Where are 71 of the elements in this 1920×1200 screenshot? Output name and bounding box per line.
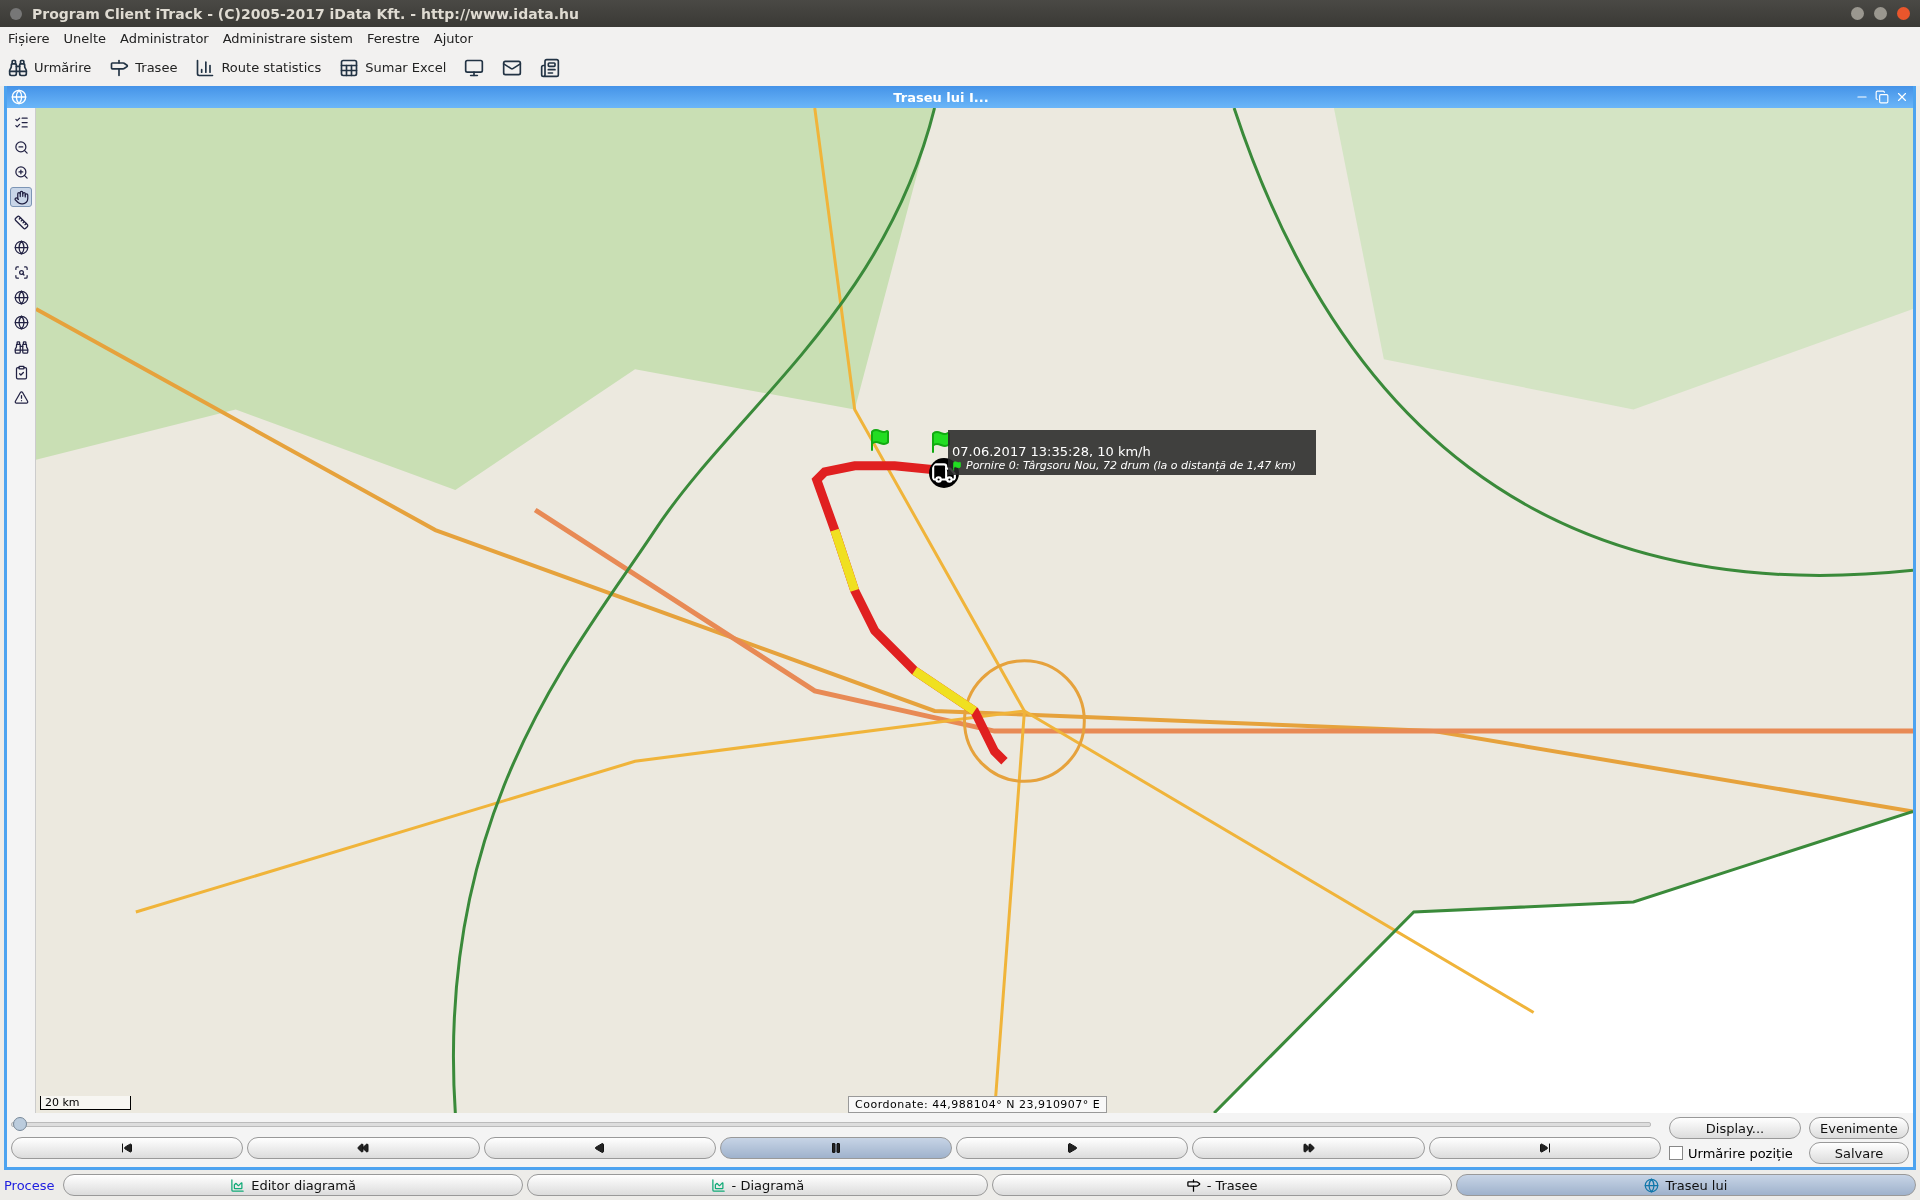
- toolbar-button[interactable]: Urmărire: [6, 55, 94, 80]
- menu-item[interactable]: Ferestre: [367, 30, 420, 46]
- ruler-icon: [13, 214, 29, 230]
- globe-icon: [13, 289, 29, 305]
- taskbar-button[interactable]: Traseu lui: [1455, 1174, 1916, 1196]
- bar-chart-icon: [195, 57, 216, 78]
- map-search-icon: [13, 264, 29, 280]
- playback-button[interactable]: [483, 1137, 716, 1159]
- chart-icon: [710, 1177, 726, 1193]
- minimize-button[interactable]: [1851, 7, 1864, 20]
- binoculars-icon: [13, 339, 29, 355]
- follow-checkbox[interactable]: Urmărire poziție: [1669, 1142, 1801, 1164]
- warning-icon: [13, 389, 29, 405]
- playback-button[interactable]: [1428, 1137, 1661, 1159]
- app-icon: [10, 7, 22, 20]
- playback-button[interactable]: [719, 1137, 953, 1159]
- flag-icon: [868, 428, 892, 452]
- skip-forward-icon: [1538, 1142, 1551, 1154]
- playback-button[interactable]: [956, 1137, 1189, 1159]
- playback-button[interactable]: [247, 1137, 480, 1159]
- menu-item[interactable]: Unelte: [63, 30, 107, 46]
- maximize-button[interactable]: [1874, 7, 1887, 20]
- scale-bar: 20 km: [40, 1096, 131, 1110]
- spreadsheet-icon: [339, 57, 360, 78]
- menu-item[interactable]: Fișiere: [8, 30, 50, 46]
- toolbar-button[interactable]: Sumar Excel: [337, 55, 449, 80]
- close-button[interactable]: [1897, 7, 1910, 20]
- menu-item[interactable]: Ajutor: [433, 30, 473, 46]
- window-title: Program Client iTrack - (C)2005-2017 iData Kft. - http://www.idata.hu: [32, 5, 580, 22]
- fast-forward-icon: [1302, 1142, 1315, 1154]
- globe-icon: [13, 239, 29, 255]
- save-button[interactable]: Salvare: [1809, 1142, 1909, 1164]
- taskbar-button[interactable]: - Trasee: [991, 1174, 1452, 1196]
- globe-icon: [11, 89, 27, 105]
- frame-title: Traseu lui I...: [892, 89, 990, 105]
- chart-icon: [230, 1177, 246, 1193]
- close-icon[interactable]: [1895, 90, 1909, 104]
- globe-icon: [1644, 1177, 1660, 1193]
- playback-button[interactable]: [11, 1137, 244, 1159]
- zoom-out-icon: [13, 139, 29, 155]
- hand-icon: [13, 189, 29, 205]
- map-tool-button[interactable]: [10, 187, 32, 207]
- tooltip-time: 07.06.2017 13:35:28, 10 km/h: [952, 444, 1152, 459]
- skip-back-icon: [121, 1142, 134, 1154]
- tooltip-detail: Pornire 0: Târgsoru Nou, 72 drum (la o distanță de 1,47 km): [966, 459, 1297, 472]
- layers-icon: [13, 114, 29, 130]
- clipboard-icon: [13, 364, 29, 380]
- flag-icon: [952, 460, 962, 471]
- rewind-icon: [357, 1142, 370, 1154]
- restore-icon[interactable]: [1875, 90, 1889, 104]
- display-button[interactable]: Display...: [1669, 1117, 1801, 1139]
- taskbar-button[interactable]: - Diagramă: [527, 1174, 988, 1196]
- zoom-in-icon: [13, 164, 29, 180]
- monitor-icon: [464, 57, 485, 78]
- play-icon: [1066, 1142, 1079, 1154]
- binoculars-icon: [8, 57, 28, 78]
- menu-item[interactable]: Administrare sistem: [222, 30, 354, 46]
- newspaper-icon: [540, 57, 561, 78]
- playback-button[interactable]: [1192, 1137, 1425, 1159]
- back-icon: [593, 1142, 606, 1154]
- road-icon: [109, 57, 130, 78]
- pause-icon: [830, 1142, 842, 1154]
- toolbar-button[interactable]: Trasee: [107, 55, 180, 80]
- coordinates-label: Coordonate: 44,988104° N 23,910907° E: [848, 1096, 1108, 1113]
- taskbar-button[interactable]: Editor diagramă: [63, 1174, 524, 1196]
- events-button[interactable]: Evenimente: [1809, 1117, 1909, 1139]
- toolbar-button[interactable]: Route statistics: [193, 55, 324, 80]
- road-icon: [1185, 1177, 1201, 1193]
- globe-icon: [13, 314, 29, 330]
- menu-item[interactable]: Administrator: [120, 30, 209, 46]
- processes-link[interactable]: Procese: [4, 1177, 59, 1193]
